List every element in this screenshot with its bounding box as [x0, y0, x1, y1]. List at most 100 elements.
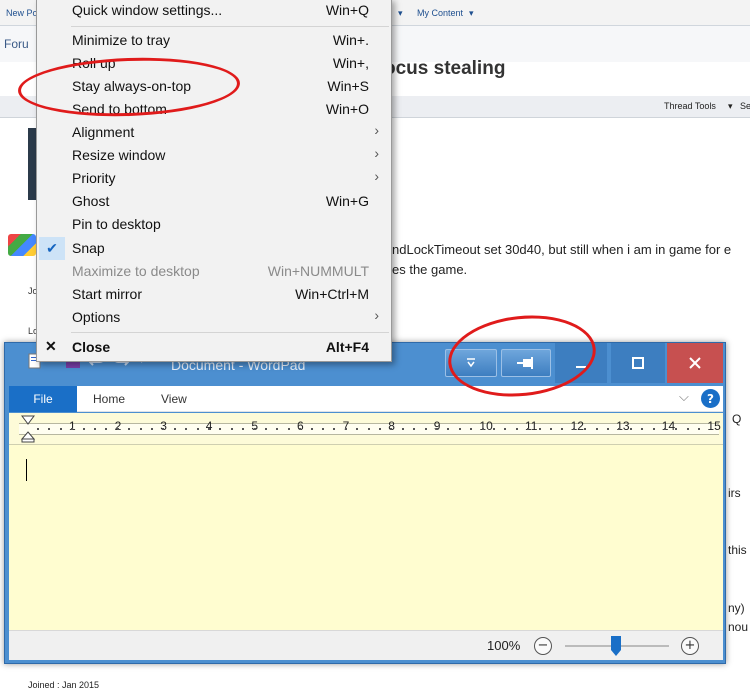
tab-view[interactable]: View	[161, 392, 187, 406]
ruler-tick	[322, 428, 324, 430]
menu-item-ghost[interactable]: Ghost Win+G	[37, 190, 391, 213]
ruler-tick	[162, 428, 165, 430]
post-text-line: ndLockTimeout set 30d40, but still when …	[392, 242, 732, 257]
zoom-out-button[interactable]: −	[534, 637, 552, 655]
post-text-fragment: irs	[728, 486, 741, 500]
windows-logo-icon	[8, 234, 36, 256]
thread-tools-link[interactable]: Thread Tools	[664, 101, 716, 111]
ruler-number: 14	[661, 419, 676, 433]
ruler-tick	[447, 428, 450, 430]
ruler-tick	[48, 428, 51, 430]
ruler-tick	[424, 428, 427, 430]
ruler-tick	[94, 428, 96, 430]
ruler-tick	[367, 428, 370, 430]
ruler-number: 5	[251, 419, 259, 433]
menu-item-maximize-to-desktop: Maximize to desktop Win+NUMMULT	[72, 263, 369, 279]
ruler-tick	[436, 428, 438, 430]
maximize-button[interactable]	[611, 343, 665, 383]
indent-marker-icon[interactable]	[21, 415, 35, 443]
ruler-number: 7	[342, 419, 350, 433]
breadcrumb[interactable]: Foru	[4, 37, 29, 51]
search-thread-link[interactable]: Se	[740, 101, 750, 111]
ruler-tick	[71, 428, 74, 430]
tab-home[interactable]: Home	[93, 392, 125, 406]
ruler-tick	[504, 428, 507, 430]
post-text-line: es the game.	[392, 262, 468, 277]
window-context-menu: Quick window settings... Win+Q Minimize t…	[36, 0, 392, 362]
ruler-number: 4	[205, 419, 213, 433]
ruler[interactable]: 1 2 3 4 5 6 7 8 9 10 11 12 13 14 15	[9, 413, 723, 445]
ruler-number: 11	[525, 419, 538, 433]
menu-item-close[interactable]: ✕ Close Alt+F4	[37, 336, 391, 359]
ruler-tick	[675, 428, 678, 430]
ruler-tick	[664, 428, 666, 430]
menu-item-options[interactable]: Options ›	[37, 306, 391, 329]
ruler-tick	[584, 428, 587, 430]
submenu-arrow-icon: ›	[374, 122, 379, 138]
ruler-tick	[253, 428, 256, 430]
chevron-down-icon: ▾	[469, 8, 474, 18]
menu-separator	[71, 26, 389, 27]
ruler-tick	[561, 428, 564, 430]
menu-item-start-mirror[interactable]: Start mirror Win+Ctrl+M	[37, 283, 391, 306]
wordpad-window[interactable]: ▾ Document - WordPad File Home View ⌵ ?	[4, 342, 726, 664]
ruler-number: 9	[433, 419, 441, 433]
post-text-fragment: this	[728, 543, 747, 557]
menu-item-alignment[interactable]: Alignment ›	[37, 121, 391, 144]
ruler-tick	[686, 428, 689, 430]
ruler-tick	[116, 428, 119, 430]
ruler-tick	[276, 428, 279, 430]
menu-item-quick-window-settings[interactable]: Quick window settings... Win+Q	[37, 0, 391, 22]
menu-item-minimize-to-tray[interactable]: Minimize to tray Win+.	[37, 29, 391, 52]
ruler-tick	[344, 428, 347, 430]
thread-tools-arrow: ▾	[728, 101, 733, 111]
post-text-fragment: ny)	[728, 601, 745, 615]
menu-item-priority[interactable]: Priority ›	[37, 167, 391, 190]
zoom-slider-thumb[interactable]	[611, 636, 621, 656]
submenu-arrow-icon: ›	[374, 145, 379, 161]
menu-separator	[71, 332, 389, 333]
ruler-tick	[401, 428, 404, 430]
ruler-tick	[196, 428, 199, 430]
ruler-tick	[481, 428, 484, 430]
ruler-number: 8	[388, 419, 395, 433]
ruler-tick	[390, 428, 393, 430]
status-bar: 100% − +	[9, 630, 723, 660]
menu-item-resize-window[interactable]: Resize window ›	[37, 144, 391, 167]
close-button[interactable]	[667, 343, 723, 383]
ruler-tick	[173, 428, 176, 430]
top-link-my-content[interactable]: My Content	[417, 8, 463, 18]
zoom-in-button[interactable]: +	[681, 637, 699, 655]
ruler-tick	[37, 428, 39, 430]
ribbon-collapse-chevron-icon[interactable]: ⌵	[679, 390, 689, 405]
post-text-fragment: Q	[732, 412, 742, 426]
checkmark-icon: ✔	[39, 237, 65, 260]
ruler-tick	[230, 428, 233, 430]
ruler-tick	[333, 428, 336, 430]
menu-item-pin-to-desktop[interactable]: Pin to desktop	[37, 213, 391, 236]
ruler-tick	[219, 428, 222, 430]
ruler-tick	[572, 428, 575, 430]
ruler-tick	[538, 428, 541, 430]
ruler-number: 10	[479, 419, 493, 433]
ruler-tick	[128, 428, 131, 430]
top-link-new-posts[interactable]: New Po	[6, 8, 38, 18]
ruler-tick	[105, 428, 108, 430]
ruler-tick	[287, 428, 290, 430]
ruler-tick	[493, 428, 495, 430]
zoom-level: 100%	[487, 638, 521, 653]
menu-item-snap[interactable]: ✔ Snap	[37, 237, 391, 260]
ruler-tick	[413, 428, 416, 430]
ruler-tick	[458, 428, 461, 430]
ruler-tick	[139, 428, 142, 430]
help-icon[interactable]: ?	[701, 389, 720, 408]
ruler-tick	[698, 428, 701, 430]
ruler-tick	[379, 428, 381, 430]
ruler-tick	[59, 428, 62, 430]
ruler-tick	[208, 428, 210, 430]
tab-file[interactable]: File	[9, 386, 77, 412]
document-area[interactable]	[9, 445, 723, 630]
ruler-tick	[652, 428, 655, 430]
ruler-number: 1	[69, 419, 76, 433]
ruler-tick	[595, 428, 598, 430]
